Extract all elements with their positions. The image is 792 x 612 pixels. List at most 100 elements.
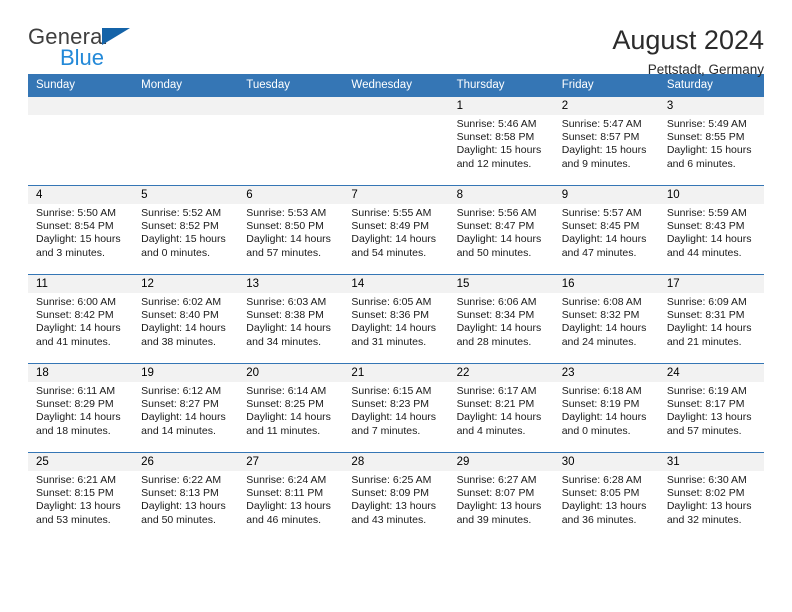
daylight-text: Daylight: 14 hours and 47 minutes. (561, 233, 647, 259)
general-blue-logo[interactable]: General Blue (28, 26, 148, 74)
title-block: August 2024 Pettstadt, Germany (612, 25, 764, 78)
sunset-text: Sunset: 8:47 PM (456, 220, 535, 233)
calendar-day-cell[interactable]: 15 Sunrise: 6:06 AM Sunset: 8:34 PM Dayligh… (448, 274, 554, 364)
day-number: 15 (448, 275, 554, 293)
day-number (28, 97, 134, 115)
calendar-day-cell-empty (343, 96, 449, 186)
sunset-text: Sunset: 8:17 PM (666, 398, 745, 411)
sunrise-text: Sunrise: 6:19 AM (666, 385, 747, 397)
day-cell-inner (238, 97, 344, 185)
calendar-day-cell[interactable]: 16 Sunrise: 6:08 AM Sunset: 8:32 PM Dayligh… (553, 274, 659, 364)
calendar-day-cell[interactable]: 1 Sunrise: 5:46 AM Sunset: 8:58 PM Daylight… (448, 96, 554, 186)
day-number: 12 (133, 275, 239, 293)
calendar-body: 1 Sunrise: 5:46 AM Sunset: 8:58 PM Daylight… (28, 96, 764, 542)
day-cell-inner: 21 Sunrise: 6:15 AM Sunset: 8:23 PM Dayligh… (343, 364, 449, 452)
day-number: 4 (28, 186, 134, 204)
sunset-text: Sunset: 8:55 PM (666, 131, 745, 144)
day-number: 25 (28, 453, 134, 471)
calendar-day-cell[interactable]: 13 Sunrise: 6:03 AM Sunset: 8:38 PM Dayligh… (238, 274, 344, 364)
day-number (133, 97, 239, 115)
day-number: 22 (448, 364, 554, 382)
sunset-text: Sunset: 8:09 PM (351, 487, 430, 500)
sunset-text: Sunset: 8:42 PM (36, 309, 114, 322)
day-number: 1 (448, 97, 554, 115)
calendar-day-cell[interactable]: 19 Sunrise: 6:12 AM Sunset: 8:27 PM Dayligh… (133, 363, 239, 453)
calendar-day-cell[interactable]: 20 Sunrise: 6:14 AM Sunset: 8:25 PM Dayligh… (238, 363, 344, 453)
calendar-day-cell[interactable]: 28 Sunrise: 6:25 AM Sunset: 8:09 PM Dayligh… (343, 452, 449, 542)
day-sun-info: Sunrise: 6:17 AM Sunset: 8:21 PM Daylight:… (449, 382, 554, 438)
day-sun-info: Sunrise: 5:52 AM Sunset: 8:52 PM Daylight:… (133, 204, 238, 260)
day-sun-info: Sunrise: 6:15 AM Sunset: 8:23 PM Daylight:… (343, 382, 448, 438)
day-number: 17 (658, 275, 764, 293)
day-sun-info: Sunrise: 6:27 AM Sunset: 8:07 PM Daylight:… (449, 471, 554, 527)
daylight-text: Daylight: 14 hours and 28 minutes. (456, 322, 542, 348)
calendar-day-cell[interactable]: 10 Sunrise: 5:59 AM Sunset: 8:43 PM Dayligh… (658, 185, 764, 275)
weekday-header-tuesday: Tuesday (238, 74, 344, 97)
calendar-day-cell[interactable]: 31 Sunrise: 6:30 AM Sunset: 8:02 PM Dayligh… (658, 452, 764, 542)
calendar-day-cell[interactable]: 3 Sunrise: 5:49 AM Sunset: 8:55 PM Daylight… (658, 96, 764, 186)
calendar-day-cell[interactable]: 23 Sunrise: 6:18 AM Sunset: 8:19 PM Dayligh… (553, 363, 659, 453)
day-sun-info: Sunrise: 5:56 AM Sunset: 8:47 PM Daylight:… (449, 204, 554, 260)
calendar-day-cell[interactable]: 17 Sunrise: 6:09 AM Sunset: 8:31 PM Dayligh… (658, 274, 764, 364)
day-number: 27 (238, 453, 344, 471)
sunset-text: Sunset: 8:54 PM (36, 220, 114, 233)
sunrise-text: Sunrise: 5:57 AM (561, 207, 642, 219)
day-number: 28 (343, 453, 449, 471)
sunrise-text: Sunrise: 6:18 AM (561, 385, 642, 397)
calendar-day-cell[interactable]: 11 Sunrise: 6:00 AM Sunset: 8:42 PM Dayligh… (28, 274, 134, 364)
calendar-day-cell[interactable]: 29 Sunrise: 6:27 AM Sunset: 8:07 PM Dayligh… (448, 452, 554, 542)
sunrise-text: Sunrise: 6:24 AM (246, 474, 327, 486)
calendar-day-cell[interactable]: 22 Sunrise: 6:17 AM Sunset: 8:21 PM Dayligh… (448, 363, 554, 453)
sunrise-text: Sunrise: 6:14 AM (246, 385, 327, 397)
day-cell-inner: 27 Sunrise: 6:24 AM Sunset: 8:11 PM Dayligh… (238, 453, 344, 542)
day-sun-info: Sunrise: 6:12 AM Sunset: 8:27 PM Daylight:… (133, 382, 238, 438)
calendar-day-cell[interactable]: 14 Sunrise: 6:05 AM Sunset: 8:36 PM Dayligh… (343, 274, 449, 364)
calendar-week-row: 4 Sunrise: 5:50 AM Sunset: 8:54 PM Daylight… (28, 185, 764, 275)
day-cell-inner: 6 Sunrise: 5:53 AM Sunset: 8:50 PM Daylight… (238, 186, 344, 274)
calendar-day-cell[interactable]: 21 Sunrise: 6:15 AM Sunset: 8:23 PM Dayligh… (343, 363, 449, 453)
day-sun-info: Sunrise: 6:05 AM Sunset: 8:36 PM Daylight:… (343, 293, 448, 349)
day-number: 13 (238, 275, 344, 293)
calendar-day-cell[interactable]: 7 Sunrise: 5:55 AM Sunset: 8:49 PM Daylight… (343, 185, 449, 275)
sunset-text: Sunset: 8:15 PM (36, 487, 114, 500)
day-sun-info: Sunrise: 5:46 AM Sunset: 8:58 PM Daylight:… (449, 115, 554, 171)
sunset-text: Sunset: 8:49 PM (351, 220, 430, 233)
day-sun-info: Sunrise: 6:21 AM Sunset: 8:15 PM Daylight:… (28, 471, 133, 527)
calendar-day-cell[interactable]: 2 Sunrise: 5:47 AM Sunset: 8:57 PM Daylight… (553, 96, 659, 186)
sunset-text: Sunset: 8:29 PM (36, 398, 114, 411)
calendar-day-cell[interactable]: 18 Sunrise: 6:11 AM Sunset: 8:29 PM Dayligh… (28, 363, 134, 453)
day-sun-info: Sunrise: 6:18 AM Sunset: 8:19 PM Daylight:… (554, 382, 659, 438)
day-sun-info: Sunrise: 6:11 AM Sunset: 8:29 PM Daylight:… (28, 382, 133, 438)
day-number: 2 (553, 97, 659, 115)
calendar-day-cell[interactable]: 6 Sunrise: 5:53 AM Sunset: 8:50 PM Daylight… (238, 185, 344, 275)
sunset-text: Sunset: 8:21 PM (456, 398, 535, 411)
calendar-day-cell[interactable]: 5 Sunrise: 5:52 AM Sunset: 8:52 PM Daylight… (133, 185, 239, 275)
daylight-text: Daylight: 13 hours and 46 minutes. (246, 500, 331, 526)
calendar-day-cell[interactable]: 27 Sunrise: 6:24 AM Sunset: 8:11 PM Dayligh… (238, 452, 344, 542)
day-sun-info: Sunrise: 6:22 AM Sunset: 8:13 PM Daylight:… (133, 471, 238, 527)
day-number: 5 (133, 186, 239, 204)
sunset-text: Sunset: 8:32 PM (561, 309, 640, 322)
day-number: 31 (658, 453, 764, 471)
calendar-day-cell[interactable]: 24 Sunrise: 6:19 AM Sunset: 8:17 PM Dayligh… (658, 363, 764, 453)
calendar-day-cell[interactable]: 8 Sunrise: 5:56 AM Sunset: 8:47 PM Daylight… (448, 185, 554, 275)
daylight-text: Daylight: 14 hours and 44 minutes. (666, 233, 752, 259)
calendar-day-cell[interactable]: 9 Sunrise: 5:57 AM Sunset: 8:45 PM Daylight… (553, 185, 659, 275)
calendar-day-cell[interactable]: 4 Sunrise: 5:50 AM Sunset: 8:54 PM Daylight… (28, 185, 134, 275)
day-cell-inner: 31 Sunrise: 6:30 AM Sunset: 8:02 PM Dayligh… (658, 453, 764, 542)
calendar-day-cell[interactable]: 12 Sunrise: 6:02 AM Sunset: 8:40 PM Dayligh… (133, 274, 239, 364)
sunset-text: Sunset: 8:25 PM (246, 398, 324, 411)
calendar-day-cell[interactable]: 26 Sunrise: 6:22 AM Sunset: 8:13 PM Dayligh… (133, 452, 239, 542)
day-sun-info: Sunrise: 6:06 AM Sunset: 8:34 PM Daylight:… (449, 293, 554, 349)
daylight-text: Daylight: 13 hours and 57 minutes. (666, 411, 752, 437)
calendar-week-row: 18 Sunrise: 6:11 AM Sunset: 8:29 PM Dayligh… (28, 363, 764, 453)
sunset-text: Sunset: 8:50 PM (246, 220, 324, 233)
calendar-table: Sunday Monday Tuesday Wednesday Thursday… (28, 74, 764, 542)
daylight-text: Daylight: 14 hours and 38 minutes. (141, 322, 226, 348)
calendar-week-row: 1 Sunrise: 5:46 AM Sunset: 8:58 PM Daylight… (28, 96, 764, 186)
weekday-header-monday: Monday (133, 74, 239, 97)
day-cell-inner: 26 Sunrise: 6:22 AM Sunset: 8:13 PM Dayligh… (133, 453, 239, 542)
calendar-day-cell[interactable]: 25 Sunrise: 6:21 AM Sunset: 8:15 PM Dayligh… (28, 452, 134, 542)
day-cell-inner: 10 Sunrise: 5:59 AM Sunset: 8:43 PM Dayligh… (658, 186, 764, 274)
calendar-day-cell[interactable]: 30 Sunrise: 6:28 AM Sunset: 8:05 PM Dayligh… (553, 452, 659, 542)
